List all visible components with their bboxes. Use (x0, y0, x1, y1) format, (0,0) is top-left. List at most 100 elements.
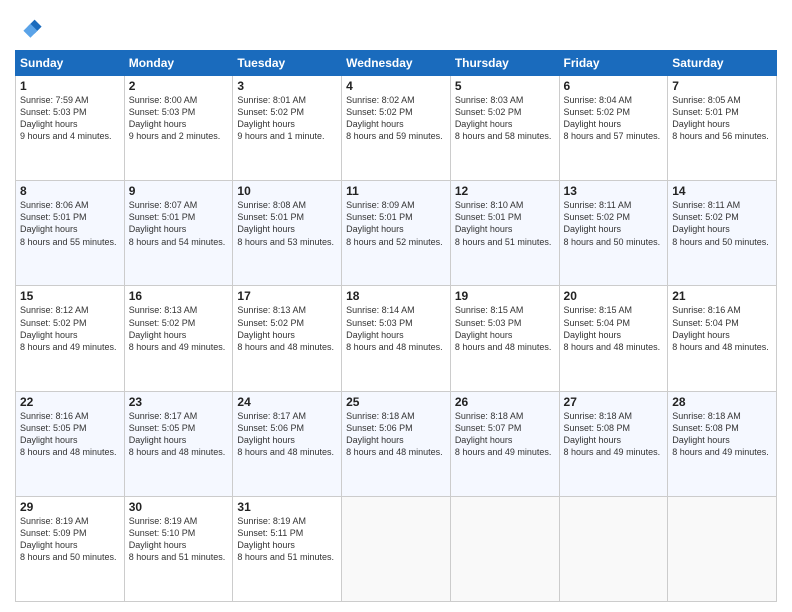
day-number: 18 (346, 289, 446, 303)
cell-info: Sunrise: 8:06 AMSunset: 5:01 PMDaylight … (20, 199, 120, 248)
day-number: 13 (564, 184, 664, 198)
calendar-cell: 25Sunrise: 8:18 AMSunset: 5:06 PMDayligh… (342, 391, 451, 496)
cell-info: Sunrise: 8:11 AMSunset: 5:02 PMDaylight … (672, 199, 772, 248)
calendar-cell: 27Sunrise: 8:18 AMSunset: 5:08 PMDayligh… (559, 391, 668, 496)
cell-info: Sunrise: 8:05 AMSunset: 5:01 PMDaylight … (672, 94, 772, 143)
day-number: 5 (455, 79, 555, 93)
weekday-header-friday: Friday (559, 51, 668, 76)
calendar-cell: 5Sunrise: 8:03 AMSunset: 5:02 PMDaylight… (450, 76, 559, 181)
cell-info: Sunrise: 8:11 AMSunset: 5:02 PMDaylight … (564, 199, 664, 248)
day-number: 1 (20, 79, 120, 93)
calendar-cell: 31Sunrise: 8:19 AMSunset: 5:11 PMDayligh… (233, 496, 342, 601)
cell-info: Sunrise: 8:19 AMSunset: 5:11 PMDaylight … (237, 515, 337, 564)
cell-info: Sunrise: 8:18 AMSunset: 5:06 PMDaylight … (346, 410, 446, 459)
calendar-cell (668, 496, 777, 601)
day-number: 17 (237, 289, 337, 303)
week-row-1: 1Sunrise: 7:59 AMSunset: 5:03 PMDaylight… (16, 76, 777, 181)
calendar-cell: 26Sunrise: 8:18 AMSunset: 5:07 PMDayligh… (450, 391, 559, 496)
calendar-cell: 9Sunrise: 8:07 AMSunset: 5:01 PMDaylight… (124, 181, 233, 286)
calendar-cell: 3Sunrise: 8:01 AMSunset: 5:02 PMDaylight… (233, 76, 342, 181)
day-number: 21 (672, 289, 772, 303)
weekday-header-tuesday: Tuesday (233, 51, 342, 76)
calendar-cell: 17Sunrise: 8:13 AMSunset: 5:02 PMDayligh… (233, 286, 342, 391)
day-number: 8 (20, 184, 120, 198)
cell-info: Sunrise: 8:03 AMSunset: 5:02 PMDaylight … (455, 94, 555, 143)
cell-info: Sunrise: 8:15 AMSunset: 5:03 PMDaylight … (455, 304, 555, 353)
day-number: 22 (20, 395, 120, 409)
cell-info: Sunrise: 8:10 AMSunset: 5:01 PMDaylight … (455, 199, 555, 248)
day-number: 9 (129, 184, 229, 198)
day-number: 23 (129, 395, 229, 409)
day-number: 20 (564, 289, 664, 303)
week-row-5: 29Sunrise: 8:19 AMSunset: 5:09 PMDayligh… (16, 496, 777, 601)
day-number: 14 (672, 184, 772, 198)
cell-info: Sunrise: 8:13 AMSunset: 5:02 PMDaylight … (237, 304, 337, 353)
calendar-cell: 22Sunrise: 8:16 AMSunset: 5:05 PMDayligh… (16, 391, 125, 496)
calendar-cell: 2Sunrise: 8:00 AMSunset: 5:03 PMDaylight… (124, 76, 233, 181)
cell-info: Sunrise: 8:13 AMSunset: 5:02 PMDaylight … (129, 304, 229, 353)
cell-info: Sunrise: 8:17 AMSunset: 5:05 PMDaylight … (129, 410, 229, 459)
cell-info: Sunrise: 8:04 AMSunset: 5:02 PMDaylight … (564, 94, 664, 143)
weekday-header-thursday: Thursday (450, 51, 559, 76)
calendar-cell: 4Sunrise: 8:02 AMSunset: 5:02 PMDaylight… (342, 76, 451, 181)
cell-info: Sunrise: 8:07 AMSunset: 5:01 PMDaylight … (129, 199, 229, 248)
cell-info: Sunrise: 8:18 AMSunset: 5:07 PMDaylight … (455, 410, 555, 459)
cell-info: Sunrise: 8:14 AMSunset: 5:03 PMDaylight … (346, 304, 446, 353)
calendar-cell: 29Sunrise: 8:19 AMSunset: 5:09 PMDayligh… (16, 496, 125, 601)
day-number: 12 (455, 184, 555, 198)
calendar: SundayMondayTuesdayWednesdayThursdayFrid… (15, 50, 777, 602)
day-number: 11 (346, 184, 446, 198)
weekday-header-saturday: Saturday (668, 51, 777, 76)
cell-info: Sunrise: 8:18 AMSunset: 5:08 PMDaylight … (564, 410, 664, 459)
day-number: 7 (672, 79, 772, 93)
day-number: 2 (129, 79, 229, 93)
day-number: 16 (129, 289, 229, 303)
calendar-cell: 1Sunrise: 7:59 AMSunset: 5:03 PMDaylight… (16, 76, 125, 181)
day-number: 31 (237, 500, 337, 514)
calendar-cell: 30Sunrise: 8:19 AMSunset: 5:10 PMDayligh… (124, 496, 233, 601)
weekday-header-monday: Monday (124, 51, 233, 76)
page: SundayMondayTuesdayWednesdayThursdayFrid… (0, 0, 792, 612)
calendar-cell: 10Sunrise: 8:08 AMSunset: 5:01 PMDayligh… (233, 181, 342, 286)
day-number: 6 (564, 79, 664, 93)
calendar-cell (342, 496, 451, 601)
calendar-cell: 11Sunrise: 8:09 AMSunset: 5:01 PMDayligh… (342, 181, 451, 286)
cell-info: Sunrise: 7:59 AMSunset: 5:03 PMDaylight … (20, 94, 120, 143)
day-number: 26 (455, 395, 555, 409)
calendar-cell: 18Sunrise: 8:14 AMSunset: 5:03 PMDayligh… (342, 286, 451, 391)
calendar-cell (559, 496, 668, 601)
calendar-cell: 23Sunrise: 8:17 AMSunset: 5:05 PMDayligh… (124, 391, 233, 496)
day-number: 3 (237, 79, 337, 93)
calendar-cell: 28Sunrise: 8:18 AMSunset: 5:08 PMDayligh… (668, 391, 777, 496)
calendar-cell: 14Sunrise: 8:11 AMSunset: 5:02 PMDayligh… (668, 181, 777, 286)
cell-info: Sunrise: 8:09 AMSunset: 5:01 PMDaylight … (346, 199, 446, 248)
cell-info: Sunrise: 8:15 AMSunset: 5:04 PMDaylight … (564, 304, 664, 353)
day-number: 29 (20, 500, 120, 514)
week-row-4: 22Sunrise: 8:16 AMSunset: 5:05 PMDayligh… (16, 391, 777, 496)
calendar-cell: 19Sunrise: 8:15 AMSunset: 5:03 PMDayligh… (450, 286, 559, 391)
header (15, 10, 777, 42)
cell-info: Sunrise: 8:02 AMSunset: 5:02 PMDaylight … (346, 94, 446, 143)
week-row-2: 8Sunrise: 8:06 AMSunset: 5:01 PMDaylight… (16, 181, 777, 286)
weekday-header-row: SundayMondayTuesdayWednesdayThursdayFrid… (16, 51, 777, 76)
week-row-3: 15Sunrise: 8:12 AMSunset: 5:02 PMDayligh… (16, 286, 777, 391)
calendar-cell: 21Sunrise: 8:16 AMSunset: 5:04 PMDayligh… (668, 286, 777, 391)
cell-info: Sunrise: 8:18 AMSunset: 5:08 PMDaylight … (672, 410, 772, 459)
logo (15, 14, 45, 42)
logo-icon (15, 14, 43, 42)
cell-info: Sunrise: 8:19 AMSunset: 5:09 PMDaylight … (20, 515, 120, 564)
day-number: 10 (237, 184, 337, 198)
calendar-cell: 8Sunrise: 8:06 AMSunset: 5:01 PMDaylight… (16, 181, 125, 286)
cell-info: Sunrise: 8:01 AMSunset: 5:02 PMDaylight … (237, 94, 337, 143)
day-number: 27 (564, 395, 664, 409)
cell-info: Sunrise: 8:16 AMSunset: 5:05 PMDaylight … (20, 410, 120, 459)
cell-info: Sunrise: 8:08 AMSunset: 5:01 PMDaylight … (237, 199, 337, 248)
day-number: 28 (672, 395, 772, 409)
weekday-header-sunday: Sunday (16, 51, 125, 76)
calendar-cell (450, 496, 559, 601)
calendar-cell: 13Sunrise: 8:11 AMSunset: 5:02 PMDayligh… (559, 181, 668, 286)
day-number: 19 (455, 289, 555, 303)
day-number: 25 (346, 395, 446, 409)
weekday-header-wednesday: Wednesday (342, 51, 451, 76)
calendar-cell: 12Sunrise: 8:10 AMSunset: 5:01 PMDayligh… (450, 181, 559, 286)
